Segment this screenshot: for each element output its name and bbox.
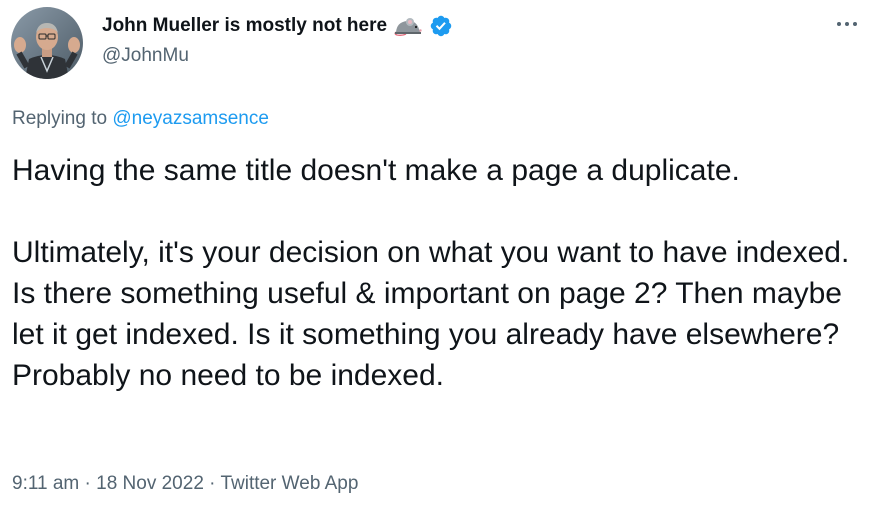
tweet-text: Having the same title doesn't make a pag…: [12, 150, 862, 396]
avatar[interactable]: [11, 7, 83, 79]
avatar-image: [11, 7, 83, 79]
more-icon: [837, 22, 857, 26]
tweet-meta: 9:11 am · 18 Nov 2022 · Twitter Web App: [12, 471, 358, 497]
more-options-button[interactable]: [834, 14, 860, 34]
author-handle[interactable]: @JohnMu: [102, 44, 189, 68]
tweet-date: 18 Nov 2022: [96, 473, 204, 494]
meta-separator-1: ·: [84, 473, 91, 494]
replying-prefix: Replying to: [12, 108, 108, 129]
mouse-emoji-icon: [393, 15, 423, 37]
replying-to: Replying to @neyazsamsence: [12, 106, 269, 132]
tweet-time: 9:11 am: [12, 473, 80, 494]
tweet-paragraph-1: Having the same title doesn't make a pag…: [12, 154, 740, 187]
author-name-row: John Mueller is mostly not here: [102, 13, 453, 39]
tweet-source-link[interactable]: Twitter Web App: [220, 473, 358, 494]
tweet: John Mueller is mostly not here @JohnMu: [0, 0, 872, 518]
verified-badge-icon[interactable]: [429, 14, 453, 38]
tweet-time-link[interactable]: 9:11 am · 18 Nov 2022: [12, 473, 204, 494]
tweet-paragraph-2: Ultimately, it's your decision on what y…: [12, 236, 850, 392]
reply-mention-link[interactable]: @neyazsamsence: [112, 108, 269, 129]
meta-separator-2: ·: [209, 473, 216, 494]
author-display-name[interactable]: John Mueller is mostly not here: [102, 13, 387, 39]
